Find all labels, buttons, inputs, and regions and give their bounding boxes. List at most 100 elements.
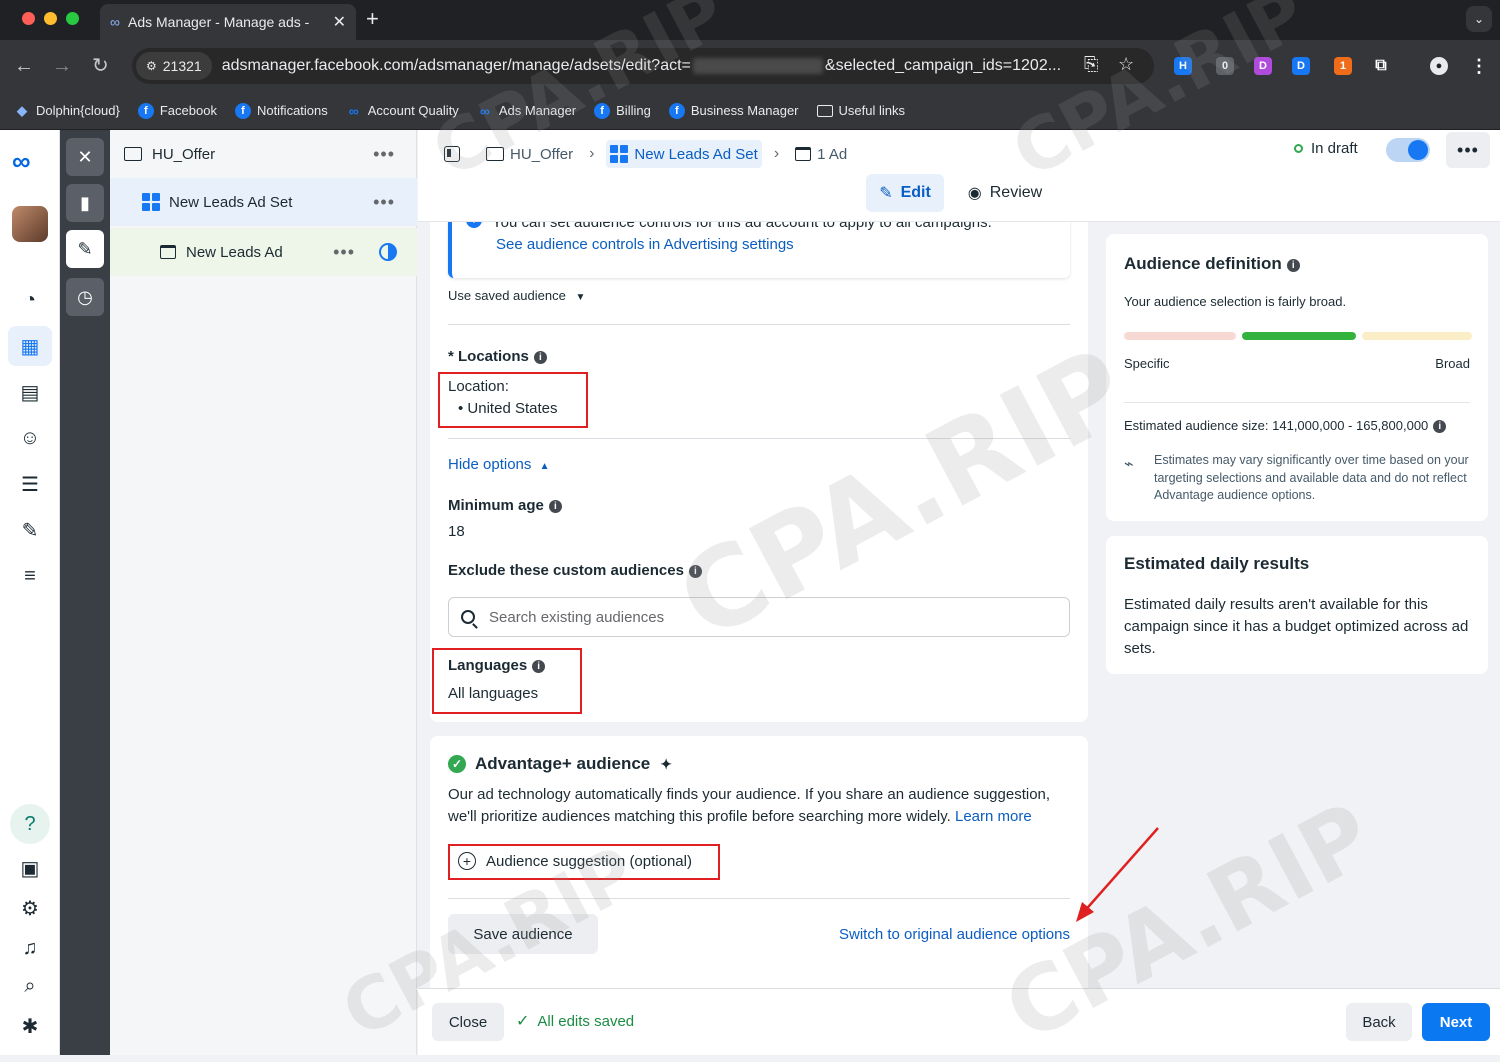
star-icon[interactable]: ☆: [1118, 54, 1134, 75]
new-tab-button[interactable]: +: [366, 6, 379, 32]
database-icon[interactable]: ☰: [14, 468, 46, 500]
bookmark-label: Dolphin{cloud}: [36, 103, 120, 118]
tree-row-campaign[interactable]: HU_Offer •••: [110, 130, 417, 178]
pencil-icon[interactable]: ✎: [66, 230, 104, 268]
save-audience-button[interactable]: Save audience: [448, 914, 598, 954]
url-text[interactable]: adsmanager.facebook.com/adsmanager/manag…: [222, 57, 1061, 75]
estimated-size-text: Estimated audience size: 141,000,000 - 1…: [1124, 418, 1429, 433]
search-icon[interactable]: ⌕: [14, 970, 46, 1002]
extension-badge: 0: [1221, 60, 1229, 72]
table-icon[interactable]: ▦: [14, 330, 46, 362]
info-icon[interactable]: i: [688, 565, 702, 578]
kebab-menu-icon[interactable]: ⋮: [1470, 56, 1488, 76]
dashboard-gauge-icon[interactable]: ◔: [14, 284, 46, 316]
bookmark-label: Business Manager: [690, 103, 799, 118]
menu-icon[interactable]: ≡: [14, 560, 46, 592]
advertising-settings-link[interactable]: See audience controls in Advertising set…: [496, 236, 794, 253]
bookmark-label: Notifications: [256, 103, 328, 118]
close-editor-button[interactable]: ✕: [66, 138, 104, 176]
window-minimize-dot[interactable]: [44, 12, 57, 25]
catalog-icon[interactable]: ▤: [14, 376, 46, 408]
bookmark-notifications[interactable]: f Notifications: [234, 102, 328, 119]
editor-footer: Close ✓ All edits saved Back Next: [418, 988, 1500, 1055]
window-close-dot[interactable]: [22, 12, 35, 25]
bell-icon[interactable]: ♫: [14, 932, 46, 964]
info-icon[interactable]: i: [533, 351, 547, 364]
publish-toggle[interactable]: [1386, 138, 1430, 162]
site-info-chip[interactable]: ⚙ 21321: [136, 52, 212, 80]
extension-d-purple-icon[interactable]: D: [1254, 57, 1272, 75]
close-button[interactable]: Close: [432, 1003, 504, 1041]
next-button[interactable]: Next: [1422, 1003, 1490, 1041]
more-options-icon[interactable]: •••: [333, 242, 355, 263]
tab-review[interactable]: ◉ Review: [960, 174, 1050, 212]
tree-ad-label: New Leads Ad: [186, 243, 283, 261]
status-badge: In draft: [1294, 140, 1358, 157]
bar-chart-icon[interactable]: ▮: [66, 184, 104, 222]
forward-arrow-icon[interactable]: →: [52, 53, 72, 79]
panel-toggle-icon[interactable]: [444, 146, 460, 162]
trend-icon: ⌁: [1124, 456, 1134, 473]
search-input[interactable]: Search existing audiences: [448, 597, 1070, 637]
tree-row-ad[interactable]: New Leads Ad •••: [110, 228, 417, 276]
news-icon[interactable]: ▣: [14, 852, 46, 884]
audience-definition-card: Audience definition i Your audience selec…: [1106, 234, 1488, 521]
close-icon[interactable]: ✕: [333, 12, 346, 32]
tab-edit[interactable]: ✎ Edit: [866, 174, 944, 212]
bookmark-account-quality[interactable]: ∞ Account Quality: [346, 103, 459, 119]
back-button[interactable]: Back: [1346, 1003, 1412, 1041]
extension-copy-icon[interactable]: 0: [1216, 57, 1234, 75]
saved-audience-dropdown[interactable]: Use saved audience ▼: [448, 288, 585, 303]
info-icon[interactable]: i: [1433, 420, 1447, 433]
bookmark-business-manager[interactable]: f Business Manager: [668, 102, 799, 119]
campaign-tree: HU_Offer ••• New Leads Ad Set ••• New Le…: [110, 130, 417, 1055]
bookmark-useful-links[interactable]: Useful links: [816, 103, 905, 118]
info-icon[interactable]: i: [548, 500, 562, 513]
gear-icon[interactable]: ⚙: [14, 892, 46, 924]
highlight-box-suggestion: [448, 844, 720, 880]
bookmark-billing[interactable]: f Billing: [594, 102, 651, 119]
extension-orange-icon[interactable]: 1: [1334, 57, 1352, 75]
meta-logo-icon[interactable]: ∞: [12, 146, 31, 177]
avatar[interactable]: [12, 206, 48, 242]
chevron-down-icon[interactable]: ⌄: [1466, 6, 1492, 32]
more-options-icon[interactable]: •••: [373, 192, 395, 213]
back-arrow-icon[interactable]: ←: [14, 53, 34, 79]
help-icon[interactable]: ?: [10, 804, 50, 844]
bug-icon[interactable]: ✱: [14, 1010, 46, 1042]
megaphone-icon[interactable]: ✎: [14, 514, 46, 546]
bookmark-ads-manager[interactable]: ∞ Ads Manager: [477, 103, 576, 119]
address-bar[interactable]: ⚙ 21321 adsmanager.facebook.com/adsmanag…: [132, 48, 1154, 84]
breadcrumb-ads[interactable]: 1 Ad: [791, 140, 851, 168]
profile-icon[interactable]: ●: [1430, 57, 1448, 75]
switch-original-audience-link[interactable]: Switch to original audience options: [839, 926, 1070, 943]
window-maximize-dot[interactable]: [66, 12, 79, 25]
clock-icon[interactable]: ◷: [66, 278, 104, 316]
bookmark-facebook[interactable]: f Facebook: [137, 102, 217, 119]
info-icon[interactable]: i: [1286, 259, 1300, 272]
puzzle-icon[interactable]: ⧉: [1372, 57, 1390, 75]
more-options-button[interactable]: •••: [1446, 132, 1490, 168]
breadcrumb-campaign[interactable]: HU_Offer: [482, 140, 577, 168]
breadcrumb-ads-label: 1 Ad: [817, 145, 848, 163]
audience-icon[interactable]: ☺: [14, 422, 46, 454]
dolphin-icon: ◆: [17, 102, 27, 118]
reload-icon[interactable]: ↻: [92, 53, 109, 79]
meter-segment-broad: [1362, 332, 1472, 340]
bookmark-dolphin[interactable]: ◆ Dolphin{cloud}: [14, 103, 120, 119]
install-app-icon[interactable]: ⎘: [1084, 54, 1098, 75]
extension-h-icon[interactable]: H: [1174, 57, 1192, 75]
bookmark-label: Useful links: [838, 103, 905, 118]
close-button-label: Close: [448, 1013, 488, 1031]
extension-d-blue-icon[interactable]: D: [1292, 57, 1310, 75]
folder-icon: [486, 147, 504, 161]
search-icon: [461, 610, 475, 624]
tree-row-adset[interactable]: New Leads Ad Set •••: [110, 178, 417, 226]
hide-options-toggle[interactable]: Hide options ▲: [448, 456, 549, 473]
breadcrumb-adset[interactable]: New Leads Ad Set: [606, 140, 762, 168]
browser-tab[interactable]: ∞ Ads Manager - Manage ads - ✕: [100, 4, 356, 40]
learn-more-link[interactable]: Learn more: [955, 808, 1032, 825]
status-label: In draft: [1311, 140, 1358, 157]
more-options-icon[interactable]: •••: [373, 144, 395, 165]
highlight-box-languages: [432, 648, 582, 714]
